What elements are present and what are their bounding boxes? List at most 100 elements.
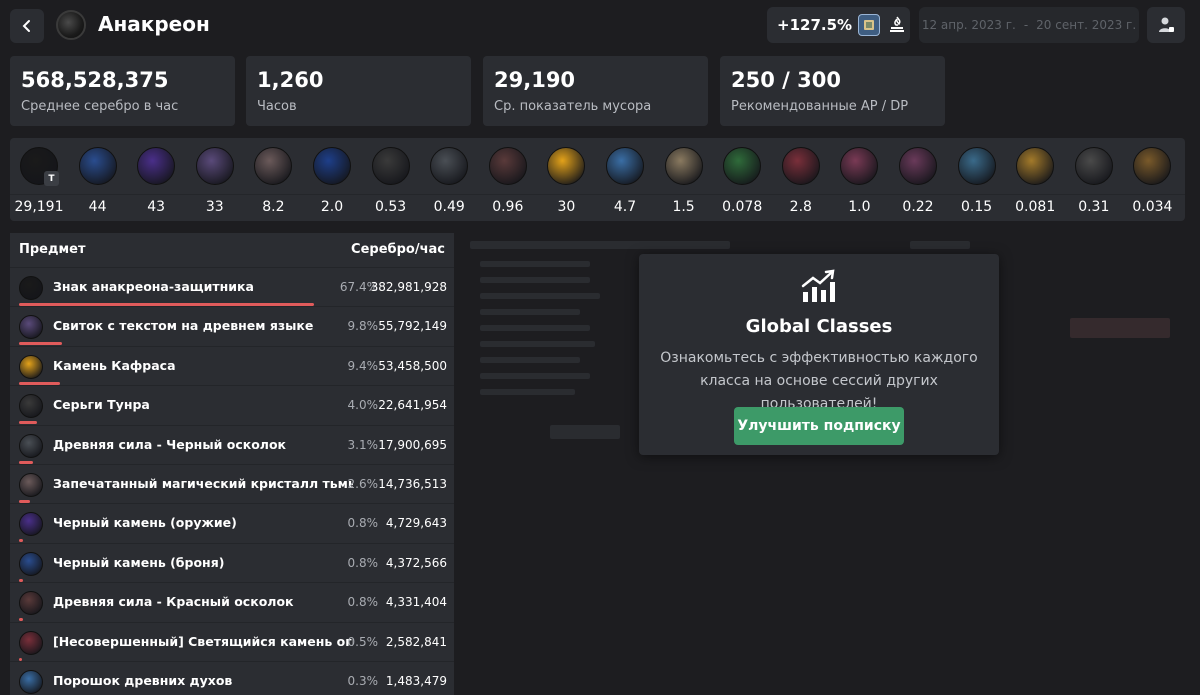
strip-item[interactable]: 2.8 (772, 138, 830, 221)
strip-item[interactable]: 2.0 (303, 138, 361, 221)
item-icon (78, 147, 117, 185)
back-button[interactable] (10, 9, 44, 43)
table-row[interactable]: Серьги Тунра 4.0% 22,641,954 (10, 385, 454, 425)
item-scroll-icon[interactable] (858, 14, 881, 36)
item-count: 0.96 (492, 199, 524, 215)
item-icon (19, 473, 43, 497)
item-icon (1133, 147, 1172, 185)
strip-item[interactable]: 1.5 (655, 138, 713, 221)
date-separator: - (1023, 18, 1029, 32)
date-from: 12 апр. 2023 г. (921, 18, 1016, 32)
table-row[interactable]: [Несовершенный] Светящийся камень огня 0.… (10, 621, 454, 661)
strip-item[interactable]: 0.078 (713, 138, 771, 221)
item-icon (313, 147, 351, 185)
item-silver-per-hour: 4,372,566 (385, 555, 447, 570)
strip-item[interactable]: 0.034 (1123, 138, 1181, 221)
item-silver-per-hour: 382,981,928 (370, 280, 447, 294)
item-count: 2.0 (320, 199, 344, 215)
table-row[interactable]: Черный камень (оружие) 0.8% 4,729,643 (10, 503, 454, 543)
item-icon (19, 433, 43, 458)
date-range-picker[interactable]: 12 апр. 2023 г. - 20 сент. 2023 г. (919, 7, 1139, 43)
stat-label: Ср. показатель мусора (494, 99, 652, 114)
item-count: 8.2 (262, 199, 285, 215)
item-count: 0.49 (433, 199, 465, 215)
page-title: Анакреон (98, 12, 210, 36)
strip-item[interactable]: 0.15 (948, 138, 1006, 221)
loot-table: Предмет Серебро/час Знак анакреона-защит… (10, 233, 454, 695)
table-row[interactable]: Древняя сила - Красный осколок 0.8% 4,331,… (10, 582, 454, 622)
item-silver-per-hour: 14,736,513 (378, 477, 447, 491)
item-icon (19, 276, 43, 300)
item-count: 44 (88, 199, 107, 215)
change-indicator[interactable]: +127.5% (767, 7, 910, 43)
table-row[interactable]: Знак анакреона-защитника 67.4% 382,981,928 (10, 267, 454, 306)
item-count: 0.53 (375, 199, 407, 215)
item-icon (19, 551, 43, 576)
item-count: 43 (147, 199, 166, 215)
item-count: 0.15 (961, 199, 993, 215)
item-silver-per-hour: 55,792,149 (378, 319, 447, 334)
strip-item[interactable]: 1.0 (830, 138, 888, 221)
item-count: 29,191 (14, 199, 64, 215)
strip-item[interactable]: T 29,191 (10, 138, 68, 221)
item-icon (19, 315, 43, 340)
strip-item[interactable]: 8.2 (244, 138, 302, 221)
item-count: 1.0 (848, 199, 871, 215)
column-header-silver[interactable]: Серебро/час (351, 242, 445, 257)
strip-item[interactable]: 0.31 (1065, 138, 1123, 221)
stat-label: Рекомендованные AP / DP (731, 99, 909, 114)
fire-altar-icon[interactable] (886, 14, 908, 36)
table-row[interactable]: Черный камень (броня) 0.8% 4,372,566 (10, 542, 454, 582)
strip-item[interactable]: 0.96 (479, 138, 537, 221)
item-share-percent: 0.8% (347, 595, 379, 610)
item-icon (19, 512, 43, 537)
user-menu-button[interactable] (1147, 7, 1185, 43)
date-to: 20 сент. 2023 г. (1036, 18, 1137, 32)
item-icon (137, 147, 176, 185)
table-row[interactable]: Свиток с текстом на древнем языке 9.8% 55,… (10, 306, 454, 346)
item-icon (547, 147, 586, 185)
strip-item[interactable]: 0.081 (1006, 138, 1064, 221)
item-name: Знак анакреона-защитника (53, 279, 254, 294)
item-icon (1016, 147, 1055, 185)
item-silver-per-hour: 4,331,404 (385, 595, 447, 610)
strip-item[interactable]: 0.49 (420, 138, 478, 221)
item-name: [Несовершенный] Светящийся камень огня (53, 633, 353, 649)
stat-label: Часов (257, 99, 297, 114)
item-share-percent: 0.8% (347, 555, 379, 570)
loot-item-strip: T 29,191 44 43 33 8.2 2.0 0.53 0.49 0.96 30 4.7 1.5 0… (10, 138, 1185, 221)
item-icon (606, 147, 644, 185)
item-share-percent: 3.1% (347, 437, 379, 452)
strip-item[interactable]: 0.22 (889, 138, 947, 221)
upgrade-subscription-button[interactable]: Улучшить подписку (734, 407, 904, 445)
stat-value: 250 / 300 (731, 68, 841, 92)
item-icon (371, 147, 410, 185)
column-header-item[interactable]: Предмет (19, 242, 85, 257)
table-row[interactable]: Запечатанный магический кристалл тьмы 2.6… (10, 464, 454, 503)
item-icon (19, 394, 43, 419)
strip-item[interactable]: 0.53 (362, 138, 420, 221)
item-icon (19, 591, 43, 616)
table-row[interactable]: Камень Кафраса 9.4% 53,458,500 (10, 345, 454, 385)
item-count: 33 (205, 199, 224, 215)
table-row[interactable]: Порошок древних духов 0.3% 1,483,479 (10, 661, 454, 695)
item-silver-per-hour: 2,582,841 (385, 634, 447, 649)
table-row[interactable]: Древняя сила - Черный осколок 3.1% 17,900,… (10, 424, 454, 464)
item-icon (664, 147, 703, 185)
item-icon (957, 147, 996, 185)
stat-value: 29,190 (494, 68, 576, 92)
user-icon (1159, 17, 1174, 32)
item-icon (19, 354, 43, 379)
stat-hours: 1,260 Часов (246, 56, 471, 126)
strip-item[interactable]: 4.7 (596, 138, 654, 221)
item-name: Черный камень (броня) (53, 554, 225, 570)
item-share-percent: 9.4% (347, 358, 379, 373)
strip-item[interactable]: 43 (127, 138, 185, 221)
strip-item[interactable]: 44 (69, 138, 127, 221)
strip-item[interactable]: 30 (537, 138, 595, 221)
upsell-description: Ознакомьтесь с эффективностью каждого кл… (660, 350, 978, 412)
item-name: Черный камень (оружие) (53, 515, 237, 531)
item-icon (899, 147, 937, 185)
item-icon (840, 147, 879, 185)
strip-item[interactable]: 33 (186, 138, 244, 221)
